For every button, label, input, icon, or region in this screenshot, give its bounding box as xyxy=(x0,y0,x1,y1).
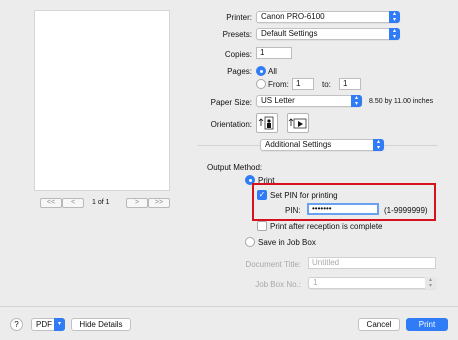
pin-label: PIN: xyxy=(285,206,301,215)
pages-all-radio[interactable] xyxy=(256,66,266,76)
document-title-field[interactable]: Untitled xyxy=(308,257,436,269)
printer-label: Printer: xyxy=(226,13,252,22)
popup-arrows-icon: ▴ ▾ xyxy=(351,95,362,107)
presets-label: Presets: xyxy=(222,30,252,39)
cancel-button[interactable]: Cancel xyxy=(358,318,400,331)
pin-field[interactable]: ••••••• xyxy=(307,203,379,215)
pages-to-field[interactable]: 1 xyxy=(339,78,361,90)
print-button[interactable]: Print xyxy=(406,318,448,331)
pages-from-radio[interactable] xyxy=(256,79,266,89)
pages-all-label: All xyxy=(268,67,277,76)
prev-page-button[interactable]: < xyxy=(62,198,84,208)
landscape-icon xyxy=(288,118,307,129)
output-method-label: Output Method: xyxy=(207,163,263,172)
save-job-box-radio[interactable] xyxy=(245,237,255,247)
orientation-label: Orientation: xyxy=(210,120,252,129)
pages-label: Pages: xyxy=(227,67,252,76)
job-box-popup[interactable]: 1 ▴ ▾ xyxy=(308,277,436,289)
first-page-button[interactable]: << xyxy=(40,198,62,208)
job-box-value: 1 xyxy=(313,278,318,287)
set-pin-label: Set PIN for printing xyxy=(270,191,338,200)
printer-value: Canon PRO-6100 xyxy=(261,12,325,21)
popup-arrows-icon: ▴ ▾ xyxy=(389,11,400,23)
pin-range: (1-9999999) xyxy=(384,206,428,215)
popup-arrows-icon: ▴ ▾ xyxy=(373,139,384,151)
paper-size-label: Paper Size: xyxy=(210,98,252,107)
paper-size-popup[interactable]: US Letter ▴ ▾ xyxy=(256,95,362,107)
pages-to-label: to: xyxy=(322,80,331,89)
chevron-down-icon: ▾ xyxy=(54,318,65,331)
panel-popup[interactable]: Additional Settings ▴ ▾ xyxy=(260,139,384,151)
footer-divider xyxy=(0,306,458,307)
last-page-button[interactable]: >> xyxy=(148,198,170,208)
job-box-label: Job Box No.: xyxy=(255,280,301,289)
printer-popup[interactable]: Canon PRO-6100 ▴ ▾ xyxy=(256,11,400,23)
pages-from-label: From: xyxy=(268,80,289,89)
next-page-button[interactable]: > xyxy=(126,198,148,208)
page-preview xyxy=(34,10,170,191)
print-after-checkbox[interactable] xyxy=(257,221,267,231)
print-after-label: Print after reception is complete xyxy=(270,222,383,231)
help-button[interactable]: ? xyxy=(10,318,23,331)
save-job-box-label: Save in Job Box xyxy=(258,238,316,247)
hide-details-button[interactable]: Hide Details xyxy=(71,318,131,331)
portrait-icon xyxy=(258,116,274,130)
paper-dimensions: 8.50 by 11.00 inches xyxy=(369,98,434,105)
copies-label: Copies: xyxy=(224,50,252,59)
popup-arrows-icon: ▴ ▾ xyxy=(389,28,400,40)
highlight-box xyxy=(252,183,436,221)
panel-value: Additional Settings xyxy=(265,140,332,149)
pdf-label: PDF xyxy=(36,320,52,329)
presets-value: Default Settings xyxy=(261,29,318,38)
landscape-orientation-button[interactable] xyxy=(287,113,309,133)
pages-from-field[interactable]: 1 xyxy=(292,78,314,90)
page-indicator: 1 of 1 xyxy=(92,199,110,206)
popup-arrows-icon: ▴ ▾ xyxy=(425,277,436,289)
presets-popup[interactable]: Default Settings ▴ ▾ xyxy=(256,28,400,40)
copies-field[interactable]: 1 xyxy=(256,47,292,59)
document-title-label: Document Title: xyxy=(245,260,301,269)
paper-size-value: US Letter xyxy=(261,96,295,105)
set-pin-checkbox[interactable]: ✓ xyxy=(257,190,267,200)
portrait-orientation-button[interactable] xyxy=(256,113,278,133)
pdf-menu-button[interactable]: PDF ▾ xyxy=(31,318,65,331)
